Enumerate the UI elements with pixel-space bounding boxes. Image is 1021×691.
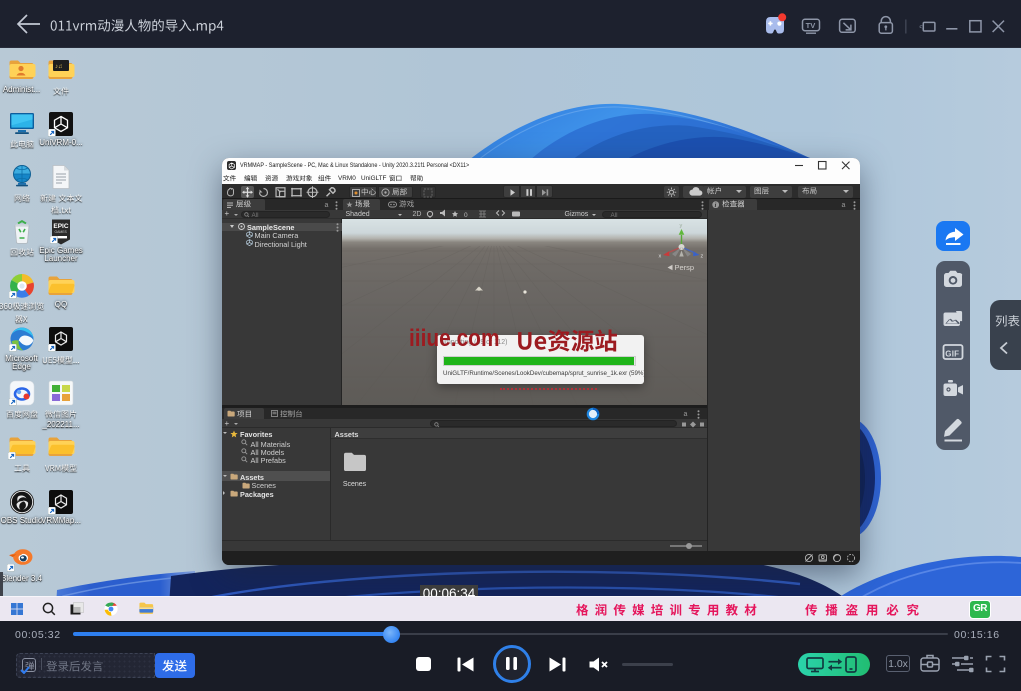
svg-text:z: z bbox=[701, 254, 704, 260]
svg-text:♪♫: ♪♫ bbox=[55, 64, 63, 70]
svg-text:GAMES: GAMES bbox=[55, 230, 68, 234]
svg-text:0: 0 bbox=[464, 212, 468, 219]
svg-text:Persp: Persp bbox=[675, 263, 695, 272]
svg-text:TV: TV bbox=[806, 21, 817, 30]
svg-text:y: y bbox=[680, 223, 683, 229]
svg-text:EPIC: EPIC bbox=[53, 223, 68, 230]
svg-text:GIF: GIF bbox=[945, 349, 959, 358]
svg-text:x: x bbox=[659, 254, 662, 260]
